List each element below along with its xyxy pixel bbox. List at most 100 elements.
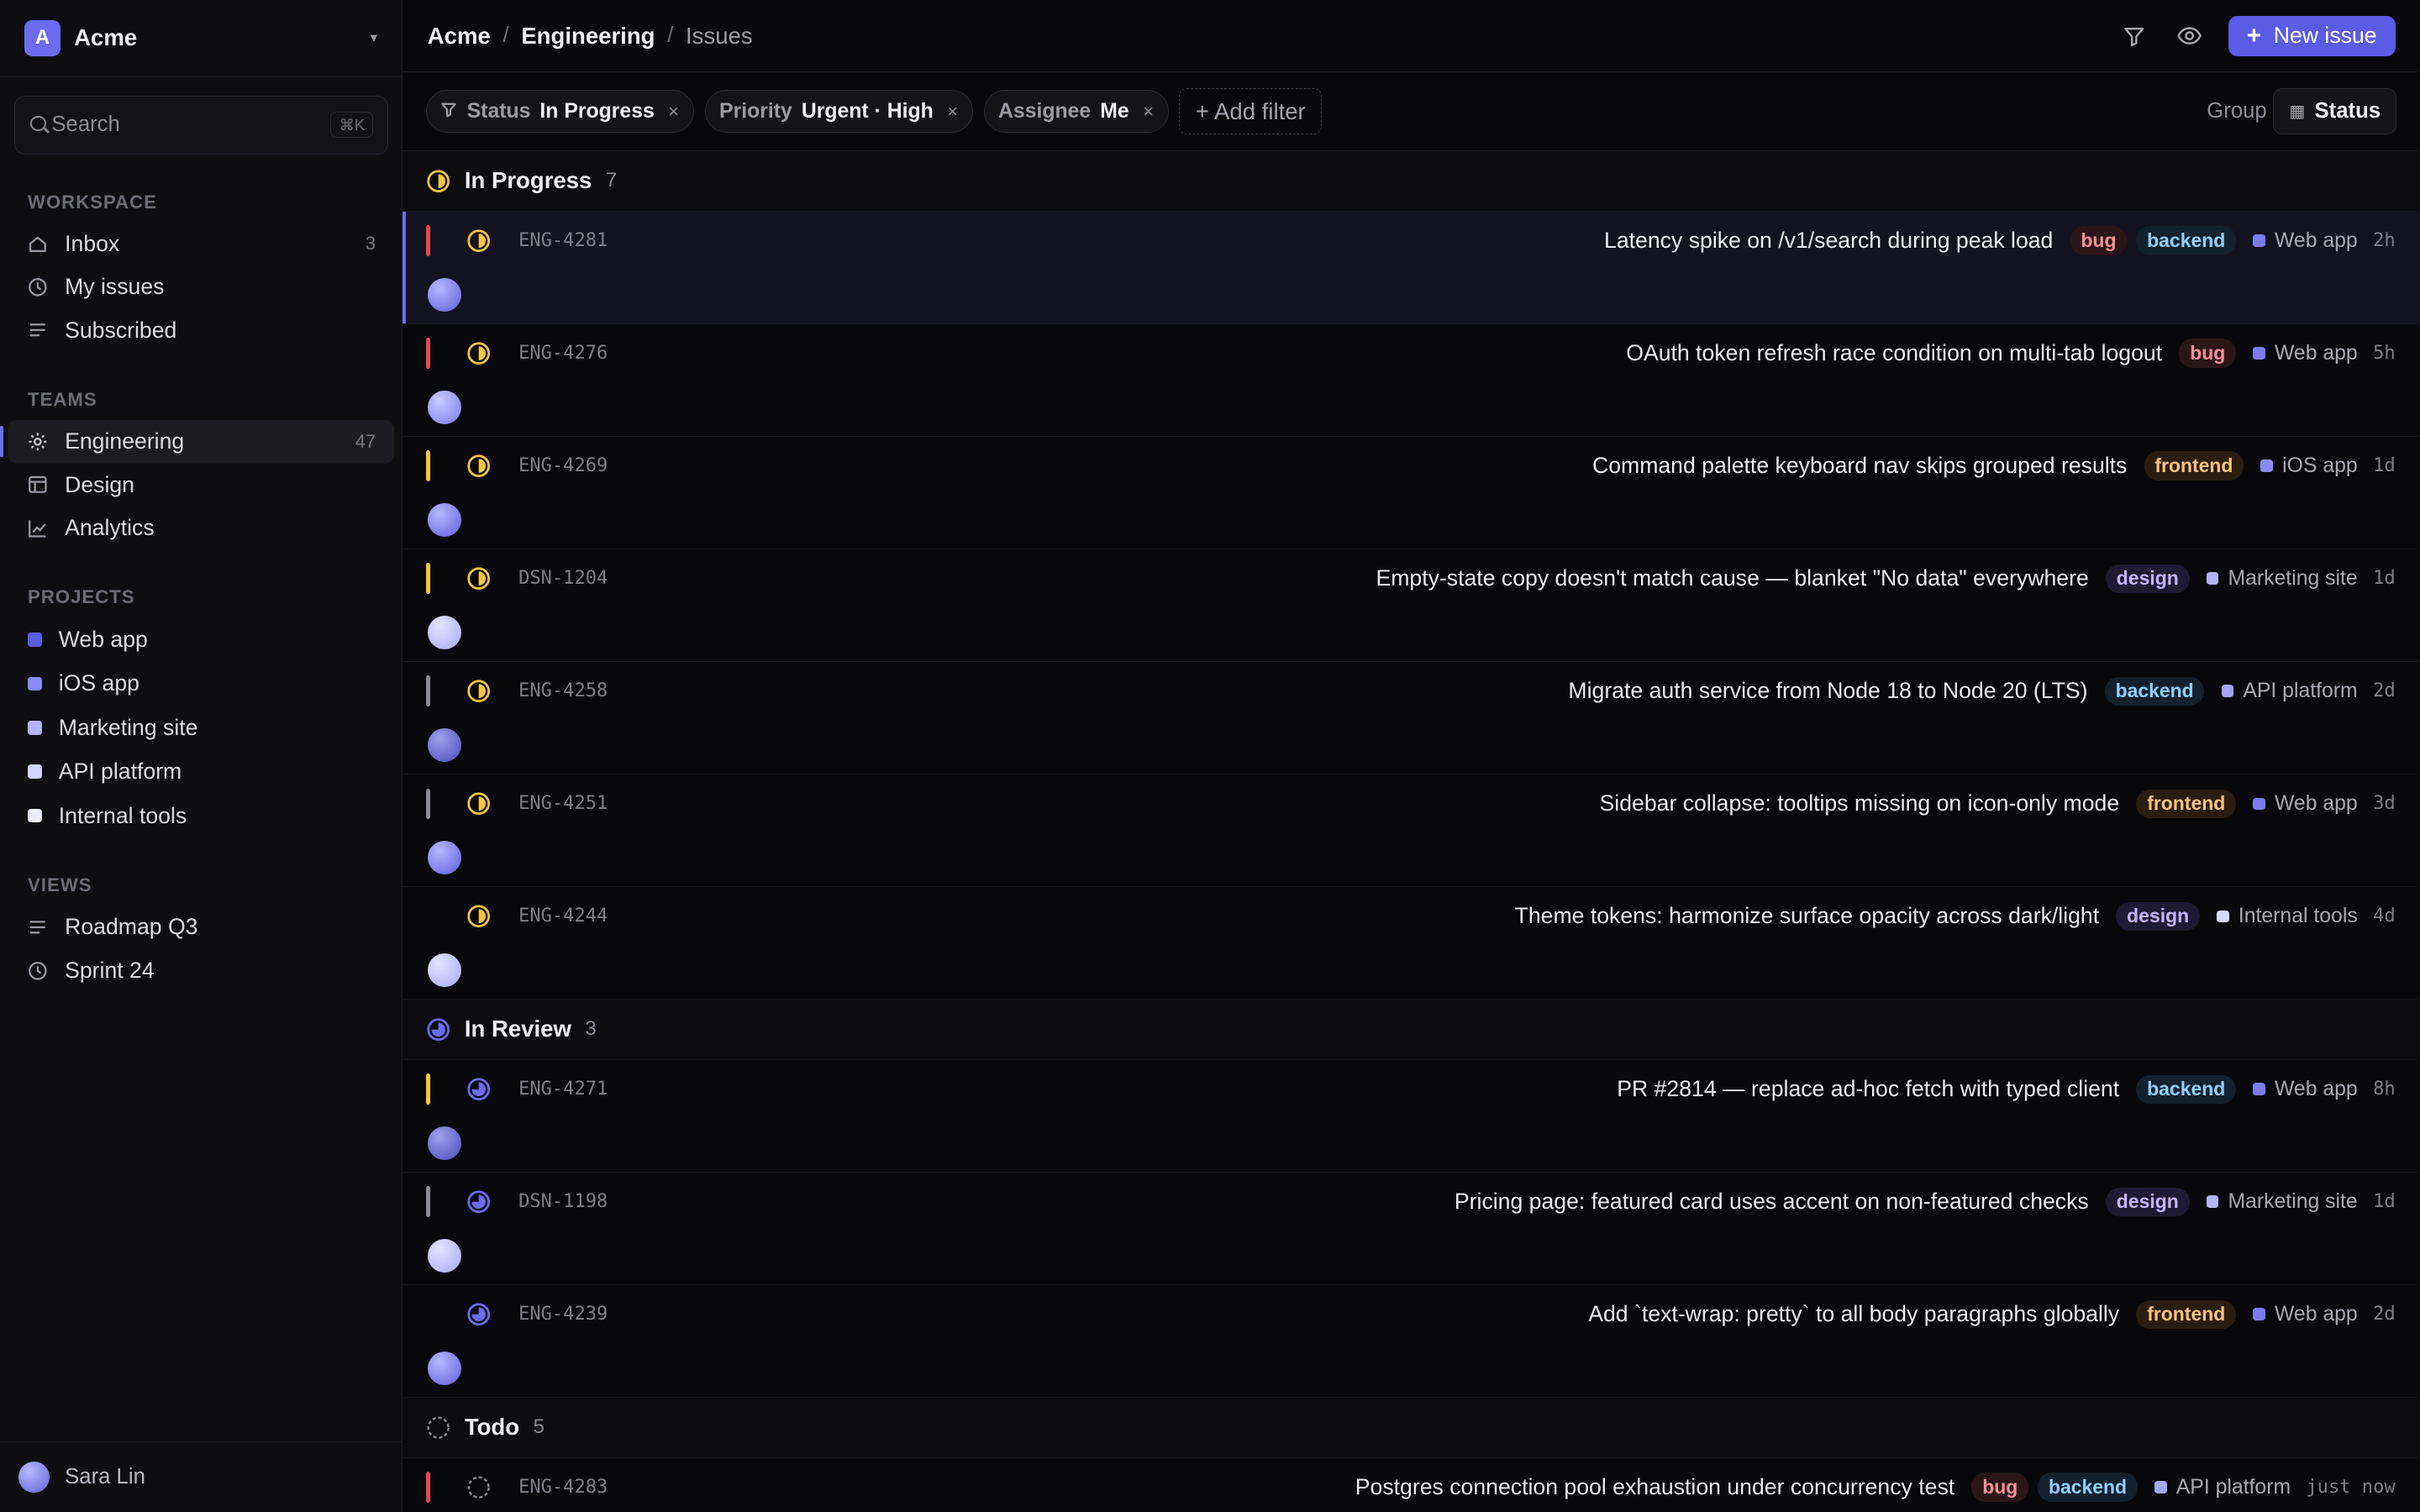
issue-project[interactable]: API platform (2221, 680, 2358, 703)
label-badge[interactable]: design (2105, 1187, 2190, 1216)
in-progress-status-icon[interactable] (466, 566, 491, 591)
workspace-switcher[interactable]: A Acme ▾ (0, 0, 402, 77)
in-review-status-icon[interactable] (466, 1077, 491, 1101)
in-progress-status-icon[interactable] (466, 341, 491, 365)
issue-row[interactable]: ENG-4281 Latency spike on /v1/search duri… (402, 211, 2420, 324)
issue-project[interactable]: Web app (2253, 1303, 2358, 1326)
new-issue-button[interactable]: + New issue (2228, 15, 2396, 56)
issue-title[interactable]: Add `text-wrap: pretty` to all body para… (1588, 1301, 2119, 1327)
sidebar-project-marketing-site[interactable]: Marketing site (8, 706, 394, 749)
issue-title[interactable]: Migrate auth service from Node 18 to Nod… (1568, 678, 2087, 704)
issue-row[interactable]: ENG-4244 Theme tokens: harmonize surface … (402, 887, 2420, 1000)
filter-icon[interactable] (2114, 16, 2154, 56)
assignee-avatar[interactable] (427, 615, 462, 650)
assignee-avatar[interactable] (427, 727, 462, 763)
issue-row[interactable]: ENG-4269 Command palette keyboard nav ski… (402, 437, 2420, 549)
assignee-avatar[interactable] (427, 953, 462, 988)
issue-project[interactable]: Marketing site (2206, 567, 2358, 591)
sidebar-project-api-platform[interactable]: API platform (8, 749, 394, 793)
close-icon[interactable]: × (947, 101, 958, 123)
add-filter-button[interactable]: + Add filter (1179, 88, 1323, 135)
assignee-avatar[interactable] (427, 1238, 462, 1273)
issue-project[interactable]: Web app (2253, 229, 2358, 253)
issue-row[interactable]: DSN-1198 Pricing page: featured card uses… (402, 1173, 2420, 1285)
label-badge[interactable]: frontend (2144, 451, 2244, 480)
sidebar-project-ios-app[interactable]: iOS app (8, 662, 394, 706)
sidebar-item-roadmap-q3[interactable]: Roadmap Q3 (8, 906, 394, 948)
assignee-avatar[interactable] (427, 277, 462, 312)
label-badge[interactable]: bug (1971, 1473, 2029, 1502)
issue-title[interactable]: Empty-state copy doesn't match cause — b… (1376, 565, 2088, 591)
label-badge[interactable]: design (2116, 901, 2200, 932)
issue-row[interactable]: ENG-4258 Migrate auth service from Node 1… (402, 662, 2420, 774)
assignee-avatar[interactable] (427, 1126, 462, 1161)
issue-row[interactable]: ENG-4251 Sidebar collapse: tooltips missi… (402, 774, 2420, 888)
issue-title[interactable]: Postgres connection pool exhaustion unde… (1355, 1474, 1954, 1500)
issue-project[interactable]: Web app (2253, 342, 2358, 365)
sidebar-project-web-app[interactable]: Web app (8, 617, 394, 661)
todo-status-icon[interactable] (466, 1475, 491, 1499)
issue-project[interactable]: Web app (2253, 1078, 2358, 1101)
issue-row[interactable]: DSN-1204 Empty-state copy doesn't match c… (402, 549, 2420, 662)
eye-icon[interactable] (2170, 16, 2210, 56)
search-input[interactable] (51, 113, 331, 138)
group-header-in-review[interactable]: In Review 3 (402, 1000, 2420, 1060)
assignee-avatar[interactable] (427, 1351, 462, 1386)
assignee-avatar[interactable] (427, 840, 462, 875)
issue-row[interactable]: ENG-4283 Postgres connection pool exhaust… (402, 1458, 2420, 1512)
label-badge[interactable]: backend (2104, 676, 2205, 706)
issue-project[interactable]: API platform (2154, 1476, 2291, 1499)
issue-project[interactable]: Internal tools (2217, 905, 2358, 928)
filter-chip-priority[interactable]: Priority Urgent · High × (704, 89, 973, 134)
issue-title[interactable]: PR #2814 — replace ad-hoc fetch with typ… (1617, 1076, 2119, 1102)
close-icon[interactable]: × (668, 101, 679, 123)
sidebar-item-subscribed[interactable]: Subscribed (8, 309, 394, 352)
group-by-button[interactable]: ▦ Status (2273, 88, 2397, 135)
sidebar-item-inbox[interactable]: Inbox 3 (8, 223, 394, 265)
issue-title[interactable]: Command palette keyboard nav skips group… (1592, 453, 2127, 479)
label-badge[interactable]: backend (2038, 1473, 2138, 1502)
sidebar-item-sprint-24[interactable]: Sprint 24 (8, 949, 394, 992)
issue-row[interactable]: ENG-4276 OAuth token refresh race conditi… (402, 324, 2420, 437)
in-progress-status-icon[interactable] (466, 679, 491, 703)
sidebar-item-design[interactable]: Design (8, 464, 394, 507)
label-badge[interactable]: backend (2136, 226, 2237, 255)
in-progress-status-icon[interactable] (466, 454, 491, 478)
sidebar-project-internal-tools[interactable]: Internal tools (8, 794, 394, 837)
assignee-avatar[interactable] (427, 390, 462, 425)
label-badge[interactable]: bug (2179, 339, 2237, 368)
label-badge[interactable]: backend (2136, 1074, 2237, 1104)
sidebar-item-analytics[interactable]: Analytics (8, 507, 394, 549)
filter-chip-status[interactable]: Status In Progress × (425, 89, 694, 134)
label-badge[interactable]: frontend (2136, 789, 2237, 819)
breadcrumb-team[interactable]: Engineering (521, 23, 655, 50)
sidebar-item-engineering[interactable]: Engineering 47 (0, 420, 395, 464)
label-badge[interactable]: frontend (2136, 1299, 2237, 1329)
issue-title[interactable]: Sidebar collapse: tooltips missing on ic… (1600, 790, 2120, 816)
label-badge[interactable]: bug (2070, 226, 2128, 255)
issue-title[interactable]: Pricing page: featured card uses accent … (1455, 1189, 2089, 1215)
filter-chip-assignee[interactable]: Assignee Me × (983, 89, 1169, 134)
in-progress-status-icon[interactable] (466, 228, 491, 253)
in-review-status-icon[interactable] (466, 1302, 491, 1326)
assignee-avatar[interactable] (427, 502, 462, 538)
sidebar-item-my-issues[interactable]: My issues (8, 265, 394, 308)
label-badge[interactable]: design (2105, 564, 2190, 593)
issue-row[interactable]: ENG-4239 Add `text-wrap: pretty` to all b… (402, 1285, 2420, 1399)
group-header-todo[interactable]: Todo 5 (402, 1398, 2420, 1458)
issue-project[interactable]: Marketing site (2206, 1190, 2358, 1214)
breadcrumb-root[interactable]: Acme (428, 23, 491, 50)
in-review-status-icon[interactable] (466, 1189, 491, 1214)
issue-title[interactable]: Latency spike on /v1/search during peak … (1604, 228, 2053, 254)
issue-row[interactable]: ENG-4271 PR #2814 — replace ad-hoc fetch … (402, 1060, 2420, 1173)
in-progress-status-icon[interactable] (466, 791, 491, 816)
in-progress-status-icon[interactable] (466, 904, 491, 928)
issue-title[interactable]: OAuth token refresh race condition on mu… (1626, 340, 2162, 366)
search-box[interactable]: ⌘K (13, 95, 388, 155)
user-menu[interactable]: Sara Lin (0, 1441, 402, 1512)
close-icon[interactable]: × (1143, 101, 1154, 123)
issue-project[interactable]: Web app (2253, 792, 2358, 816)
issue-title[interactable]: Theme tokens: harmonize surface opacity … (1515, 903, 2100, 929)
group-header-in-progress[interactable]: In Progress 7 (402, 150, 2420, 212)
issue-project[interactable]: iOS app (2260, 454, 2358, 478)
